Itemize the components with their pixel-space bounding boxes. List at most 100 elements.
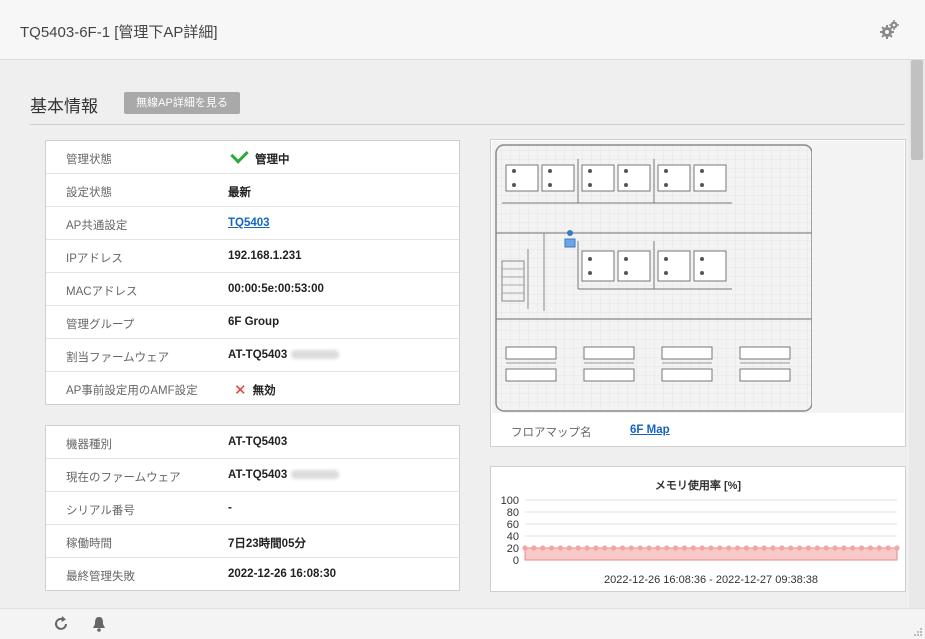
data-point (850, 545, 856, 551)
data-point (726, 545, 732, 551)
row-value: 00:00:5e:00:53:00 (228, 283, 324, 295)
chart-x-range-label: 2022-12-26 16:08:36 - 2022-12-27 09:38:3… (604, 574, 818, 586)
row-value: 2022-12-26 16:08:30 (228, 568, 337, 580)
y-tick-label: 20 (507, 543, 519, 555)
row-value: AT-TQ5403 (228, 436, 288, 448)
section-divider (30, 124, 905, 125)
data-point (894, 545, 900, 551)
data-point (628, 545, 634, 551)
row-label: AP事前設定用のAMF設定 (66, 385, 198, 397)
row-label: AP共通設定 (66, 220, 128, 232)
blurred-version (291, 470, 340, 480)
window-titlebar: TQ5403-6F-1 [管理下AP詳細] (0, 0, 925, 60)
info-row-management-status: 管理状態 管理中 (46, 141, 459, 174)
main-content: 基本情報 無線AP詳細を見る 管理状態 管理中 設定状態 最新 AP共通設定 T… (0, 60, 909, 608)
memory-usage-chart: 100806040200 2022-12-26 16:08:36 - 2022-… (501, 495, 900, 586)
row-value: 無効 (252, 385, 276, 397)
data-point (540, 545, 546, 551)
row-label: MACアドレス (66, 286, 138, 298)
data-point (664, 545, 670, 551)
floor-map-card: フロアマップ名 6F Map (490, 139, 906, 447)
info-row-management-group: 管理グループ 6F Group (46, 306, 459, 339)
info-row-ip-address: IPアドレス 192.168.1.231 (46, 240, 459, 273)
data-point (814, 545, 820, 551)
window-title: TQ5403-6F-1 [管理下AP詳細] (20, 24, 218, 41)
data-point (566, 545, 572, 551)
info-row-ap-common-settings: AP共通設定 TQ5403 (46, 207, 459, 240)
section-title: 基本情報 (30, 97, 98, 116)
data-point (637, 545, 643, 551)
data-point (867, 545, 874, 551)
data-point (734, 545, 741, 551)
info-row-uptime: 稼働時間 7日23時間05分 (46, 525, 459, 558)
bell-icon[interactable] (90, 615, 108, 633)
check-icon (230, 145, 249, 164)
y-tick-label: 100 (501, 495, 519, 507)
blurred-version (291, 350, 340, 360)
row-label: 最終管理失敗 (66, 571, 135, 583)
data-point (672, 545, 679, 551)
row-label: IPアドレス (66, 253, 123, 265)
data-point (681, 545, 688, 551)
footer-bar (0, 608, 925, 639)
data-point (858, 545, 865, 551)
device-info-card: 機器種別 AT-TQ5403 現在のファームウェア AT-TQ5403 シリアル… (45, 425, 460, 591)
y-tick-label: 80 (507, 507, 519, 519)
refresh-icon[interactable] (52, 615, 70, 633)
row-label: 機器種別 (66, 439, 112, 451)
data-point (761, 545, 767, 551)
y-tick-label: 60 (507, 519, 519, 531)
data-point (805, 545, 812, 551)
data-point (841, 545, 847, 551)
data-point (708, 545, 714, 551)
info-row-mac-address: MACアドレス 00:00:5e:00:53:00 (46, 273, 459, 306)
y-tick-label: 40 (507, 531, 519, 543)
data-point (548, 545, 555, 551)
basic-info-card: 管理状態 管理中 設定状態 最新 AP共通設定 TQ5403 IPアドレス 19… (45, 140, 460, 405)
data-point (717, 545, 723, 551)
info-row-serial-number: シリアル番号 - (46, 492, 459, 525)
data-point (752, 545, 758, 551)
row-value: 6F Group (228, 316, 280, 328)
info-row-current-firmware: 現在のファームウェア AT-TQ5403 (46, 459, 459, 492)
settings-gear-icon[interactable] (878, 19, 900, 41)
resize-grip-icon[interactable] (913, 627, 923, 637)
row-label: シリアル番号 (66, 505, 135, 517)
info-row-assigned-firmware: 割当ファームウェア AT-TQ5403 (46, 339, 459, 372)
vertical-scrollbar-thumb[interactable] (911, 60, 923, 160)
row-value: 管理中 (255, 154, 290, 166)
data-point (743, 545, 750, 551)
view-wireless-ap-details-button[interactable]: 無線AP詳細を見る (124, 92, 240, 114)
data-point (770, 545, 776, 551)
floor-map-image[interactable] (492, 141, 904, 413)
floor-map-link[interactable]: 6F Map (630, 424, 670, 436)
data-point (610, 545, 617, 551)
memory-usage-chart-card: メモリ使用率 [%] 100 80 60 40 20 0 2022-12-26 16:08… (490, 466, 906, 592)
data-point (531, 545, 537, 551)
data-point (646, 545, 652, 551)
data-point (788, 545, 794, 551)
row-label: 設定状態 (66, 187, 112, 199)
data-point (779, 545, 785, 551)
row-label: 現在のファームウェア (66, 472, 181, 484)
row-label: 割当ファームウェア (66, 352, 170, 364)
data-point (690, 545, 696, 551)
row-value: 192.168.1.231 (228, 250, 302, 262)
data-point (796, 545, 803, 551)
ap-common-settings-link[interactable]: TQ5403 (228, 217, 270, 229)
info-row-device-type: 機器種別 AT-TQ5403 (46, 426, 459, 459)
data-point (699, 545, 705, 551)
row-value: AT-TQ5403 (228, 469, 288, 481)
data-point (522, 545, 528, 551)
y-tick-label: 0 (513, 555, 519, 567)
data-point (584, 545, 590, 551)
data-point (655, 545, 661, 551)
info-row-last-management-failure: 最終管理失敗 2022-12-26 16:08:30 (46, 558, 459, 591)
row-label: 管理グループ (66, 319, 135, 331)
row-value: AT-TQ5403 (228, 349, 288, 361)
info-row-amf-preconfig: AP事前設定用のAMF設定 ✕ 無効 (46, 372, 459, 405)
info-row-config-status: 設定状態 最新 (46, 174, 459, 207)
data-point (593, 545, 599, 551)
data-point (557, 545, 564, 551)
row-value: - (228, 502, 232, 514)
